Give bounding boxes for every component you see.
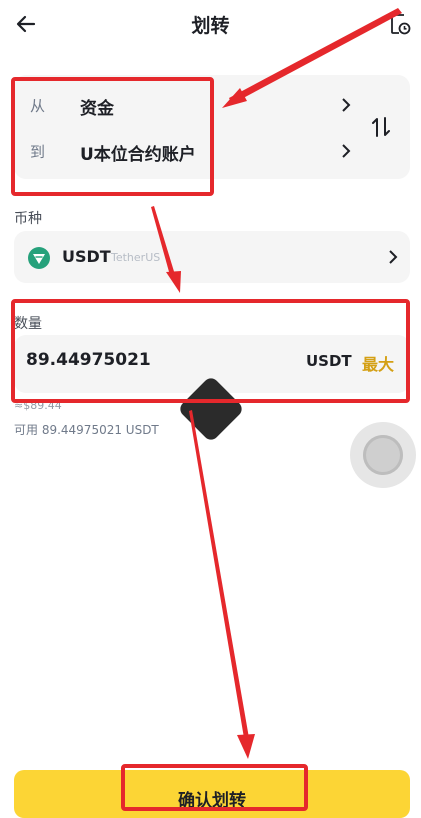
to-account-selector[interactable]: U本位合约账户 — [80, 140, 196, 165]
amount-unit: USDT — [306, 352, 352, 370]
header: 划转 — [0, 0, 421, 48]
usd-equivalent: ≈$89.44 — [14, 399, 62, 412]
from-label: 从 — [30, 97, 46, 115]
coin-section-label: 币种 — [14, 211, 42, 227]
usdt-coin-icon — [28, 247, 50, 269]
max-button[interactable]: 最大 — [362, 351, 394, 375]
amount-section-label: 数量 — [14, 316, 42, 332]
transfer-account-card — [14, 75, 410, 179]
coin-full-name: TetherUS — [111, 251, 161, 264]
history-record-icon[interactable] — [389, 12, 411, 36]
chevron-right-icon[interactable] — [340, 143, 352, 159]
amount-input[interactable] — [26, 350, 256, 370]
chevron-right-icon[interactable] — [387, 249, 399, 265]
chevron-right-icon[interactable] — [340, 97, 352, 113]
coin-symbol: USDT — [62, 247, 111, 266]
from-account-selector[interactable]: 资金 — [80, 94, 114, 119]
available-balance: 可用 89.44975021 USDT — [14, 423, 159, 437]
to-label: 到 — [30, 143, 46, 161]
page-title: 划转 — [191, 15, 230, 37]
swap-direction-icon[interactable] — [370, 116, 392, 138]
floating-assistive-button[interactable] — [350, 422, 416, 488]
